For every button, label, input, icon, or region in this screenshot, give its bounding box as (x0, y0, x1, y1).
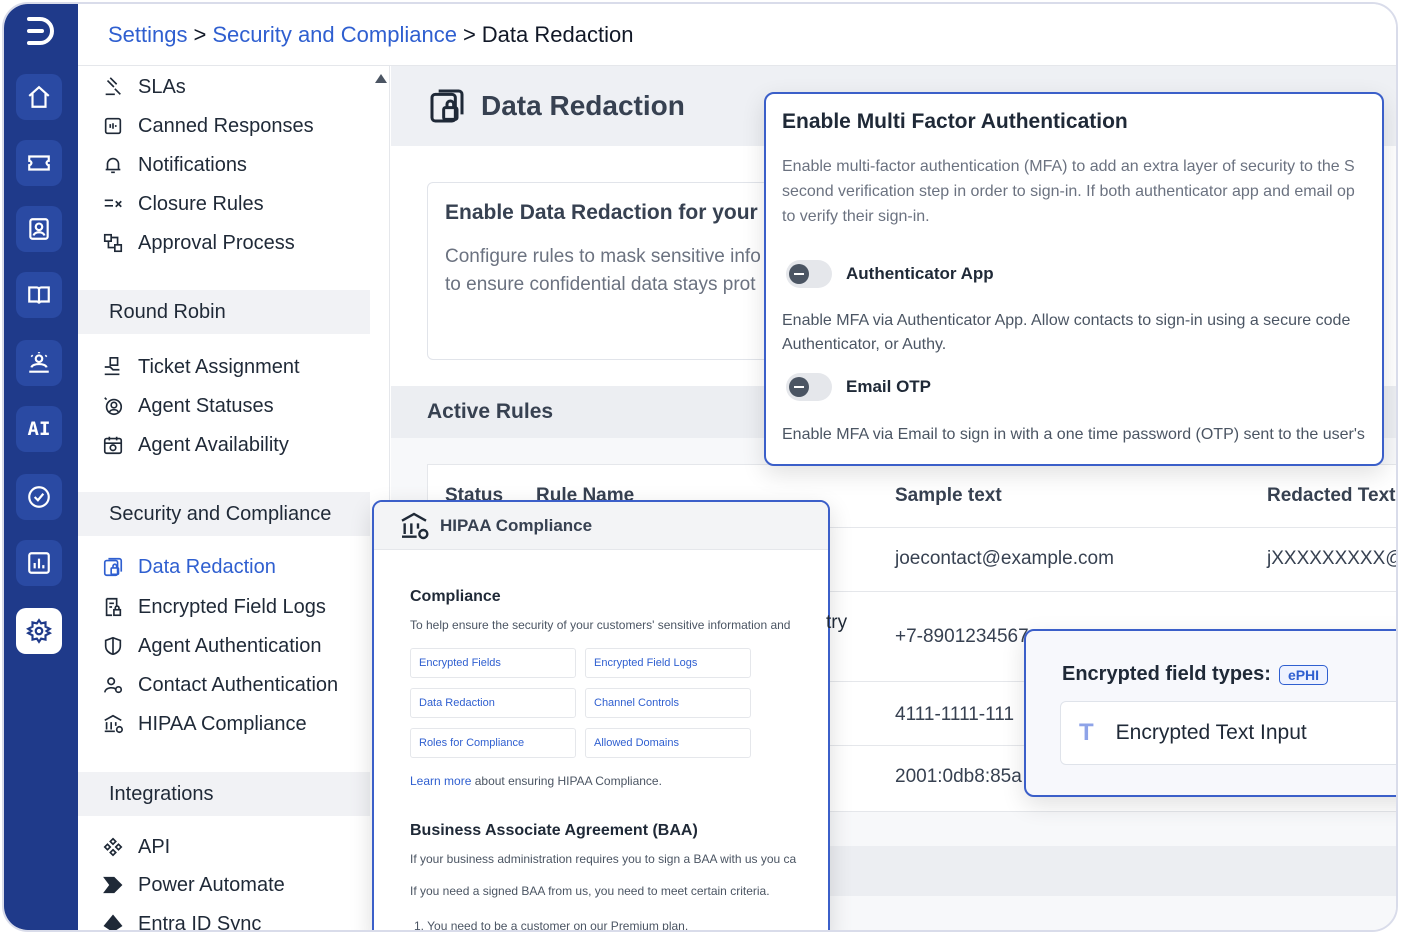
breadcrumb-current: Data Redaction (481, 21, 634, 47)
approval-icon (103, 233, 123, 253)
settings-sidebar: SLAs Canned Responses Notifications Clos… (78, 66, 390, 930)
mfa-description: Enable multi-factor authentication (MFA)… (782, 158, 1355, 225)
redacted-cell: jXXXXXXXXX@e (1267, 548, 1396, 569)
section-heading-round-robin: Round Robin (78, 290, 370, 334)
sidebar-item-agent-statuses[interactable]: Agent Statuses (102, 389, 274, 423)
hipaa-panel: HIPAA Compliance Compliance To help ensu… (372, 500, 830, 932)
tasks-icon[interactable] (16, 474, 62, 520)
settings-icon[interactable] (16, 608, 62, 654)
bell-icon (105, 157, 121, 174)
link-channel-controls[interactable]: Channel Controls (585, 688, 751, 718)
sidebar-item-entra-id-sync[interactable]: Entra ID Sync (102, 907, 261, 930)
breadcrumb-separator: > (462, 21, 476, 47)
encrypted-field-types-title: Encrypted field types: ePHI (1062, 663, 1329, 686)
mfa-title: Enable Multi Factor Authentication (782, 110, 1128, 133)
api-icon (103, 837, 123, 857)
sidebar-item-encrypted-field-logs[interactable]: Encrypted Field Logs (102, 590, 326, 624)
ephi-badge: ePHI (1278, 664, 1329, 685)
app-window: AI Settings > Security and Compliance > … (2, 2, 1398, 932)
link-data-redaction[interactable]: Data Redaction (410, 688, 576, 718)
authenticator-app-description: Enable MFA via Authenticator App. Allow … (782, 312, 1351, 353)
learn-more-link[interactable]: Learn more (410, 774, 471, 788)
data-redaction-icon (430, 89, 464, 123)
power-automate-icon (103, 876, 123, 894)
baa-text: If your business administration requires… (410, 852, 797, 866)
link-encrypted-fields[interactable]: Encrypted Fields (410, 648, 576, 678)
card-title: Enable Data Redaction for your I (445, 201, 770, 224)
encrypted-text-input-option[interactable]: T Encrypted Text Input (1060, 701, 1396, 765)
closure-rules-icon (104, 199, 122, 208)
learn-more-line: Learn more about ensuring HIPAA Complian… (410, 774, 662, 788)
authenticator-app-toggle[interactable] (786, 260, 832, 288)
ticket-assignment-icon (104, 357, 120, 376)
sidebar-item-agent-availability[interactable]: Agent Availability (102, 428, 289, 462)
sidebar-item-hipaa-compliance[interactable]: HIPAA Compliance (102, 707, 307, 741)
contact-auth-icon (103, 677, 123, 694)
page-title: Data Redaction (481, 90, 685, 121)
authenticator-app-label: Authenticator App (846, 264, 994, 283)
canned-response-icon (104, 117, 122, 135)
data-redaction-icon (103, 557, 123, 577)
sidebar-item-data-redaction[interactable]: Data Redaction (102, 550, 276, 584)
community-icon[interactable] (16, 340, 62, 386)
contacts-icon[interactable] (16, 206, 62, 252)
sidebar-item-approval-process[interactable]: Approval Process (102, 226, 295, 260)
link-roles-for-compliance[interactable]: Roles for Compliance (410, 728, 576, 758)
shield-icon (104, 636, 122, 656)
agent-status-icon (104, 397, 123, 416)
column-sample-text[interactable]: Sample text (895, 485, 1002, 507)
reports-icon[interactable] (16, 540, 62, 586)
column-redacted-text[interactable]: Redacted Text (1267, 485, 1395, 507)
calendar-icon (103, 436, 123, 455)
sidebar-item-slas[interactable]: SLAs (102, 70, 186, 104)
sample-cell: joecontact@example.com (895, 548, 1114, 569)
encrypted-field-types-panel: Encrypted field types: ePHI T Encrypted … (1024, 629, 1396, 797)
compliance-text-overflow: try (826, 612, 848, 633)
sidebar-item-power-automate[interactable]: Power Automate (102, 868, 285, 902)
sidebar-item-ticket-assignment[interactable]: Ticket Assignment (102, 350, 300, 384)
section-heading-security: Security and Compliance (78, 492, 370, 536)
sample-cell: 4111-1111-111 (895, 704, 1015, 725)
encrypted-text-input-label: Encrypted Text Input (1115, 721, 1307, 744)
email-otp-label: Email OTP (846, 377, 932, 396)
gavel-icon (105, 77, 121, 96)
institution-icon (401, 512, 429, 539)
compliance-text: To help ensure the security of your cust… (410, 618, 791, 632)
baa-criteria-text: If you need a signed BAA from us, you ne… (410, 884, 770, 898)
sidebar-item-closure-rules[interactable]: Closure Rules (102, 187, 264, 221)
ai-icon[interactable]: AI (16, 406, 62, 452)
breadcrumb-settings[interactable]: Settings (108, 22, 188, 48)
email-otp-description: Enable MFA via Email to sign in with a o… (782, 426, 1365, 443)
breadcrumb-separator: > (193, 21, 207, 47)
sidebar-item-contact-authentication[interactable]: Contact Authentication (102, 668, 338, 702)
mfa-panel: Enable Multi Factor Authentication Enabl… (764, 92, 1384, 466)
entra-id-icon (103, 914, 123, 930)
sidebar-item-api[interactable]: API (102, 830, 170, 864)
institution-icon (104, 714, 123, 734)
sample-cell: 2001:0db8:85a (895, 766, 1022, 787)
logo-icon[interactable] (18, 10, 60, 52)
hipaa-title: HIPAA Compliance (440, 515, 593, 535)
icon-rail: AI (4, 4, 78, 930)
breadcrumb-security[interactable]: Security and Compliance (212, 22, 457, 48)
baa-heading: Business Associate Agreement (BAA) (410, 822, 698, 839)
ticket-icon[interactable] (16, 140, 62, 186)
baa-criteria-item: 1. You need to be a customer on our Prem… (414, 919, 689, 932)
knowledge-base-icon[interactable] (16, 272, 62, 318)
encrypted-log-icon (105, 597, 122, 617)
sample-cell: +7-8901234567 (895, 626, 1029, 647)
home-icon[interactable] (16, 74, 62, 120)
compliance-heading: Compliance (410, 588, 501, 605)
breadcrumb: Settings > Security and Compliance > Dat… (78, 4, 1396, 66)
hipaa-header: HIPAA Compliance (374, 502, 828, 550)
sidebar-item-notifications[interactable]: Notifications (102, 148, 247, 182)
link-allowed-domains[interactable]: Allowed Domains (585, 728, 751, 758)
section-heading-integrations: Integrations (78, 772, 370, 816)
sidebar-item-agent-authentication[interactable]: Agent Authentication (102, 629, 321, 663)
text-type-icon: T (1079, 719, 1094, 746)
email-otp-toggle[interactable] (786, 373, 832, 401)
link-encrypted-field-logs[interactable]: Encrypted Field Logs (585, 648, 751, 678)
scroll-up-arrow-icon[interactable] (375, 74, 387, 83)
sidebar-item-canned-responses[interactable]: Canned Responses (102, 109, 314, 143)
